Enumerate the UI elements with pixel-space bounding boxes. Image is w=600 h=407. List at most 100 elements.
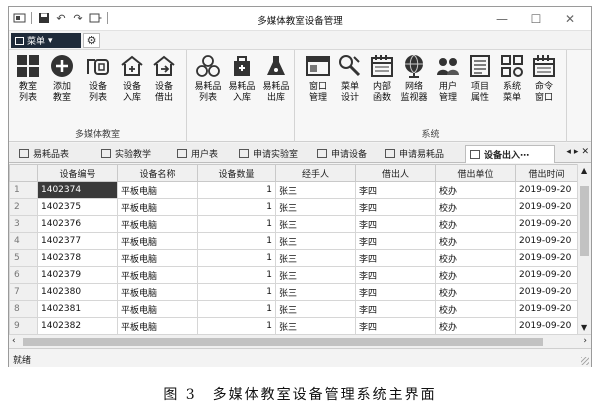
- cell-name[interactable]: 平板电脑: [117, 249, 198, 267]
- vertical-scrollbar[interactable]: ▲ ▼: [577, 164, 591, 334]
- cell-handler[interactable]: 张三: [275, 181, 356, 199]
- close-button[interactable]: ✕: [553, 10, 587, 28]
- cell-unit[interactable]: 校办: [435, 283, 516, 301]
- tab-apply-consumables[interactable]: 申请易耗品: [381, 145, 444, 162]
- cell-unit[interactable]: 校办: [435, 215, 516, 233]
- cell-id[interactable]: 1402378: [37, 249, 118, 267]
- cell-unit[interactable]: 校办: [435, 300, 516, 318]
- cell-time[interactable]: 2019-09-20: [515, 283, 578, 301]
- cell-handler[interactable]: 张三: [275, 283, 356, 301]
- cell-time[interactable]: 2019-09-20: [515, 232, 578, 250]
- cell-id[interactable]: 1402375: [37, 198, 118, 216]
- ribbon-button-network-monitor[interactable]: 网络 监视器: [399, 54, 429, 104]
- cell-id[interactable]: 1402374: [37, 181, 118, 199]
- cell-handler[interactable]: 张三: [275, 232, 356, 250]
- cell-id[interactable]: 1402377: [37, 232, 118, 250]
- cell-qty[interactable]: 1: [197, 215, 276, 233]
- ribbon-button-project-properties[interactable]: 项目 属性: [465, 54, 495, 104]
- ribbon-button-device-out[interactable]: 设备 借出: [149, 54, 179, 104]
- tab-apply-lab[interactable]: 申请实验室: [235, 145, 298, 162]
- ribbon-button-device-in[interactable]: 设备 入库: [117, 54, 147, 104]
- tab-user-table[interactable]: 用户表: [173, 145, 218, 162]
- cell-unit[interactable]: 校办: [435, 266, 516, 284]
- cell-name[interactable]: 平板电脑: [117, 283, 198, 301]
- scroll-left-icon[interactable]: ‹: [12, 336, 16, 346]
- table-row[interactable]: 6 1402379 平板电脑 1 张三 李四 校办 2019-09-20: [9, 266, 578, 284]
- cell-borrower[interactable]: 李四: [355, 232, 436, 250]
- cell-name[interactable]: 平板电脑: [117, 198, 198, 216]
- cell-qty[interactable]: 1: [197, 283, 276, 301]
- cell-borrower[interactable]: 李四: [355, 181, 436, 199]
- cell-qty[interactable]: 1: [197, 249, 276, 267]
- scroll-thumb[interactable]: [23, 338, 543, 346]
- cell-name[interactable]: 平板电脑: [117, 300, 198, 318]
- cell-unit[interactable]: 校办: [435, 232, 516, 250]
- tab-consumables-table[interactable]: 易耗品表: [15, 145, 69, 162]
- cell-unit[interactable]: 校办: [435, 317, 516, 334]
- tab-device-inout[interactable]: 设备出入⋯: [465, 145, 555, 163]
- ribbon-button-classroom-list[interactable]: 教室 列表: [13, 54, 43, 104]
- ribbon-button-functions[interactable]: 内部 函数: [367, 54, 397, 104]
- resize-grip-icon[interactable]: [581, 357, 589, 365]
- cell-borrower[interactable]: 李四: [355, 198, 436, 216]
- horizontal-scrollbar[interactable]: ‹ ›: [9, 334, 591, 348]
- cell-qty[interactable]: 1: [197, 181, 276, 199]
- cell-time[interactable]: 2019-09-20: [515, 266, 578, 284]
- cell-id[interactable]: 1402379: [37, 266, 118, 284]
- cell-handler[interactable]: 张三: [275, 300, 356, 318]
- minimize-button[interactable]: —: [485, 10, 519, 28]
- cell-unit[interactable]: 校办: [435, 249, 516, 267]
- column-header[interactable]: 设备编号: [37, 164, 118, 182]
- cell-borrower[interactable]: 李四: [355, 266, 436, 284]
- ribbon-button-consumables-list[interactable]: 易耗品 列表: [193, 54, 223, 104]
- cell-borrower[interactable]: 李四: [355, 249, 436, 267]
- scroll-thumb[interactable]: [580, 186, 589, 256]
- scroll-down-icon[interactable]: ▼: [581, 323, 587, 332]
- cell-qty[interactable]: 1: [197, 266, 276, 284]
- cell-time[interactable]: 2019-09-20: [515, 181, 578, 199]
- column-header[interactable]: 设备数量: [197, 164, 276, 182]
- table-row[interactable]: 1 1402374 平板电脑 1 张三 李四 校办 2019-09-20: [9, 181, 578, 199]
- cell-qty[interactable]: 1: [197, 300, 276, 318]
- tab-prev-button[interactable]: ◂: [566, 147, 571, 157]
- cell-borrower[interactable]: 李四: [355, 283, 436, 301]
- cell-name[interactable]: 平板电脑: [117, 266, 198, 284]
- cell-qty[interactable]: 1: [197, 198, 276, 216]
- cell-id[interactable]: 1402380: [37, 283, 118, 301]
- cell-qty[interactable]: 1: [197, 232, 276, 250]
- cell-handler[interactable]: 张三: [275, 215, 356, 233]
- table-row[interactable]: 2 1402375 平板电脑 1 张三 李四 校办 2019-09-20: [9, 198, 578, 216]
- column-header[interactable]: 经手人: [275, 164, 356, 182]
- tab-close-button[interactable]: ✕: [581, 147, 589, 157]
- table-row[interactable]: 8 1402381 平板电脑 1 张三 李四 校办 2019-09-20: [9, 300, 578, 318]
- ribbon-button-window-manage[interactable]: 窗口 管理: [303, 54, 333, 104]
- corner-header[interactable]: [9, 164, 38, 182]
- cell-name[interactable]: 平板电脑: [117, 232, 198, 250]
- scroll-right-icon[interactable]: ›: [583, 336, 587, 346]
- cell-handler[interactable]: 张三: [275, 249, 356, 267]
- ribbon-button-command-window[interactable]: 命令 窗口: [529, 54, 559, 104]
- column-header[interactable]: 设备名称: [117, 164, 198, 182]
- table-row[interactable]: 7 1402380 平板电脑 1 张三 李四 校办 2019-09-20: [9, 283, 578, 301]
- cell-time[interactable]: 2019-09-20: [515, 249, 578, 267]
- cell-time[interactable]: 2019-09-20: [515, 317, 578, 334]
- column-header[interactable]: 借出人: [355, 164, 436, 182]
- ribbon-button-device-list[interactable]: 设备 列表: [83, 54, 113, 104]
- cell-id[interactable]: 1402382: [37, 317, 118, 334]
- ribbon-button-user-manage[interactable]: 用户 管理: [433, 54, 463, 104]
- tab-experiment-teaching[interactable]: 实验教学: [97, 145, 151, 162]
- cell-name[interactable]: 平板电脑: [117, 215, 198, 233]
- table-row[interactable]: 4 1402377 平板电脑 1 张三 李四 校办 2019-09-20: [9, 232, 578, 250]
- cell-handler[interactable]: 张三: [275, 198, 356, 216]
- ribbon-button-consumables-out[interactable]: 易耗品 出库: [261, 54, 291, 104]
- cell-unit[interactable]: 校办: [435, 198, 516, 216]
- maximize-button[interactable]: ☐: [519, 10, 553, 28]
- main-menu-button[interactable]: 菜单 ▾: [11, 33, 81, 48]
- cell-qty[interactable]: 1: [197, 317, 276, 334]
- settings-button[interactable]: ⚙: [83, 33, 100, 48]
- cell-name[interactable]: 平板电脑: [117, 317, 198, 334]
- table-row[interactable]: 3 1402376 平板电脑 1 张三 李四 校办 2019-09-20: [9, 215, 578, 233]
- cell-handler[interactable]: 张三: [275, 317, 356, 334]
- tab-apply-device[interactable]: 申请设备: [313, 145, 367, 162]
- cell-borrower[interactable]: 李四: [355, 317, 436, 334]
